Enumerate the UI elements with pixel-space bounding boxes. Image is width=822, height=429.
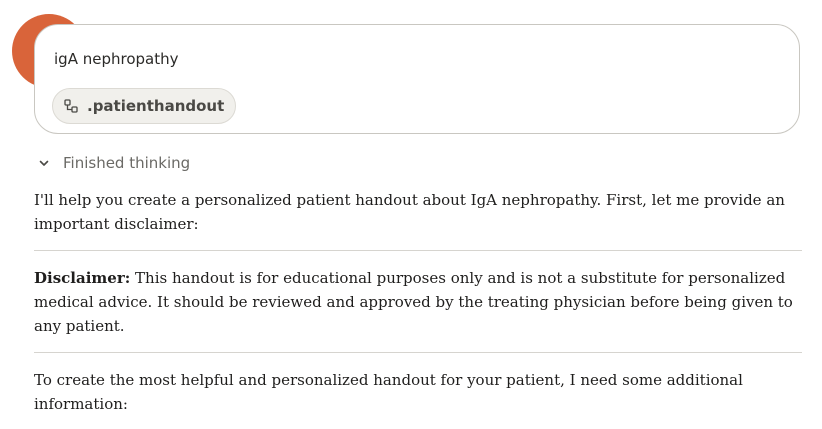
- style-chip[interactable]: .patienthandout: [52, 88, 237, 124]
- disclaimer-text: This handout is for educational purposes…: [34, 269, 793, 335]
- assistant-response: I'll help you create a personalized pati…: [34, 188, 802, 416]
- user-message-card: igA nephropathy .patienthandout: [34, 24, 800, 134]
- thinking-toggle[interactable]: Finished thinking: [36, 151, 190, 175]
- response-followup: To create the most helpful and personali…: [34, 371, 743, 413]
- disclaimer-paragraph: Disclaimer: This handout is for educatio…: [34, 266, 802, 338]
- disclaimer-label: Disclaimer:: [34, 269, 131, 287]
- divider: [34, 250, 802, 251]
- style-chip-label: .patienthandout: [87, 97, 225, 115]
- thinking-label: Finished thinking: [63, 154, 191, 172]
- divider: [34, 352, 802, 353]
- response-intro: I'll help you create a personalized pati…: [34, 191, 785, 233]
- style-icon: [64, 99, 78, 113]
- chevron-down-icon: [36, 155, 52, 171]
- user-message-text: igA nephropathy: [54, 50, 179, 68]
